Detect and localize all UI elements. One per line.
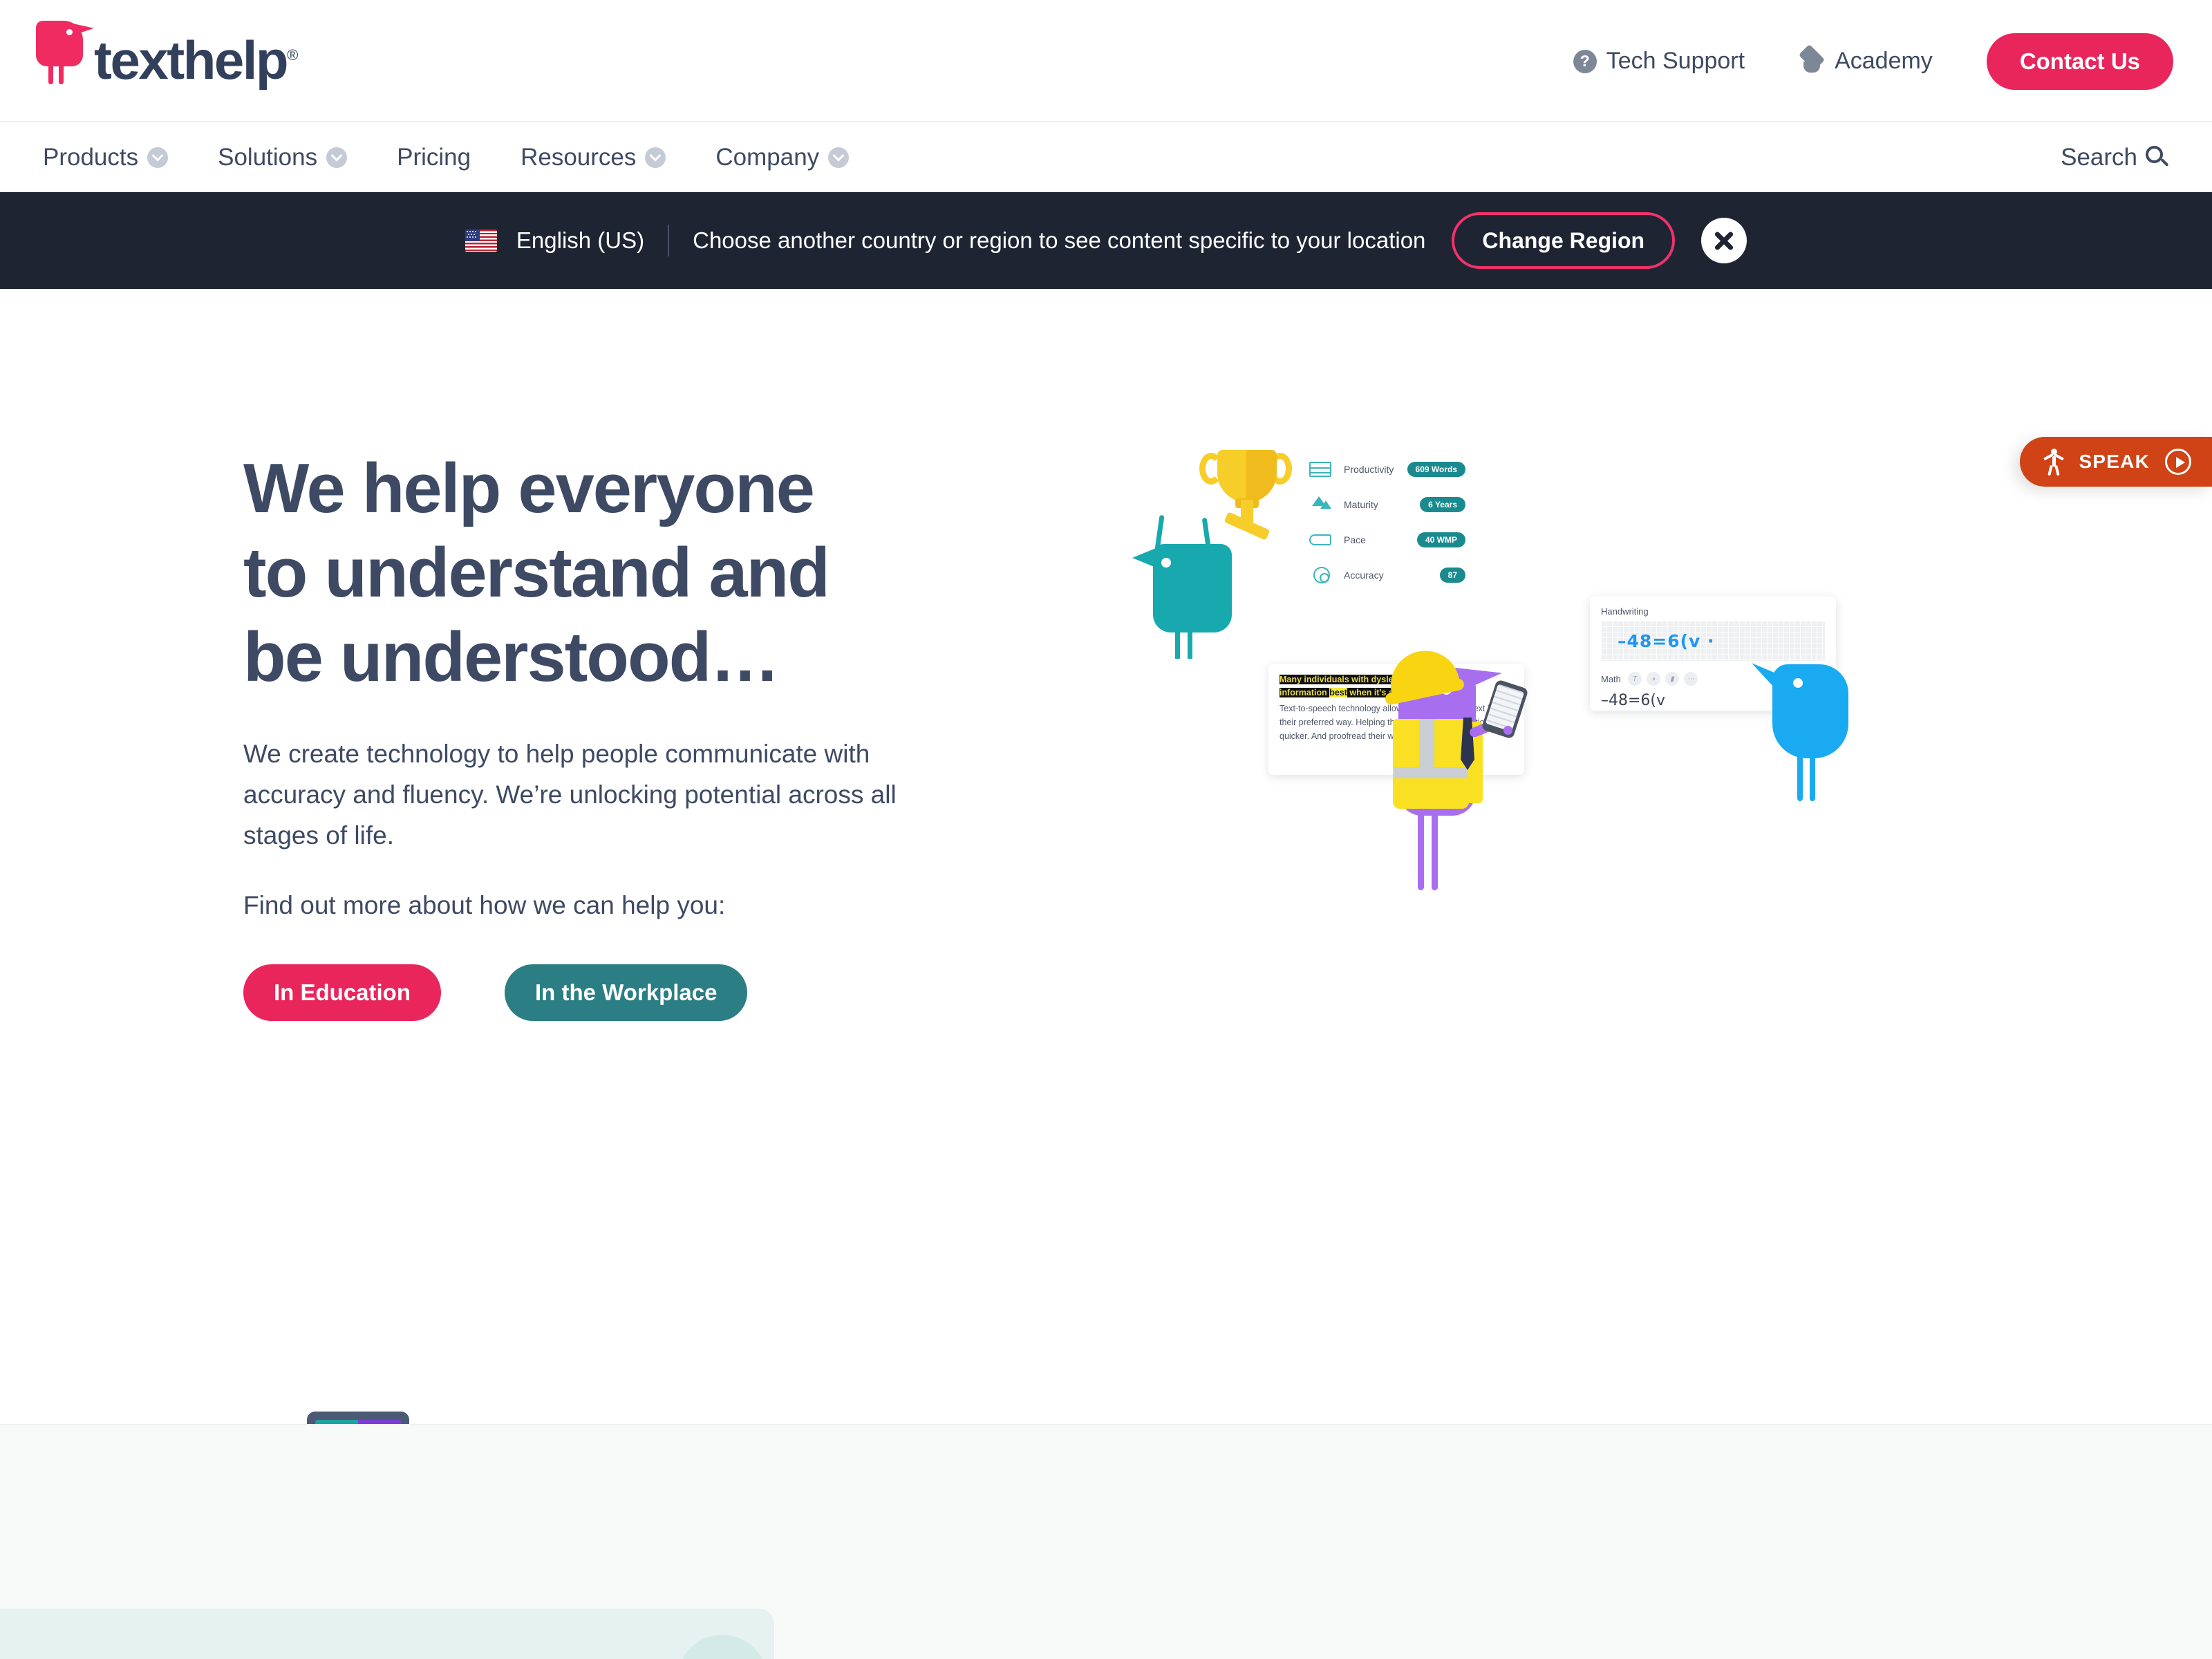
main-navigation: Products Solutions Pricing Resources Com… xyxy=(0,122,2212,192)
in-education-button[interactable]: In Education xyxy=(243,964,441,1022)
hero-prompt: Find out more about how we can help you: xyxy=(243,891,726,920)
search-button[interactable]: Search xyxy=(2061,122,2169,192)
question-mark-circle-icon: ? xyxy=(1573,49,1597,73)
nav-label-company: Company xyxy=(715,143,820,171)
page-title: We help everyone to understand and be un… xyxy=(243,447,948,700)
hero-copy: We help everyone to understand and be un… xyxy=(243,447,948,1022)
math-label: Math xyxy=(1601,673,1621,684)
search-icon xyxy=(2146,145,2169,169)
productivity-icon xyxy=(1306,458,1335,480)
tech-support-link[interactable]: ? Tech Support xyxy=(1573,48,1745,75)
stats-panel: Productivity 609 Words Maturity 6 Years … xyxy=(1306,451,1465,592)
heading-line-2: to understand and xyxy=(243,534,830,612)
word-highlight: best xyxy=(1329,688,1347,698)
text-tool-icon[interactable]: T xyxy=(1627,672,1642,686)
hero-paragraph: We create technology to help people comm… xyxy=(243,739,897,850)
nav-item-list: Products Solutions Pricing Resources Com… xyxy=(43,122,899,192)
stat-value: 87 xyxy=(1439,567,1465,583)
hero-section: We help everyone to understand and be un… xyxy=(0,289,2212,1585)
highlight-line-2a: information xyxy=(1280,688,1330,698)
nav-label-pricing: Pricing xyxy=(397,143,471,171)
texthelp-logo[interactable]: texthelp® xyxy=(36,21,299,91)
handwriting-equation: –48=6(v · xyxy=(1618,630,1715,651)
heading-line-1: We help everyone xyxy=(243,450,815,527)
graduation-cap-icon xyxy=(1798,44,1826,73)
stat-label: Productivity xyxy=(1344,463,1394,475)
change-region-button[interactable]: Change Region xyxy=(1452,212,1676,269)
stat-label: Pace xyxy=(1344,534,1366,545)
registered-mark: ® xyxy=(287,46,299,64)
chevron-down-icon xyxy=(147,147,169,168)
tool-group: T ◑ ▮ ⋯ xyxy=(1627,672,1698,686)
close-icon[interactable] xyxy=(1701,218,1747,263)
fill-tool-icon[interactable]: ◑ xyxy=(1646,672,1660,686)
construction-worker-bird-illustration xyxy=(1365,641,1529,911)
hero-cta-group: In Education In the Workplace xyxy=(243,964,948,1022)
search-label: Search xyxy=(2061,143,2137,171)
speak-widget-button[interactable]: SPEAK xyxy=(2019,437,2212,487)
more-options-icon[interactable]: ⋯ xyxy=(1683,672,1698,686)
decorative-shape xyxy=(0,1609,774,1659)
blue-bird-illustration xyxy=(1752,645,1866,804)
stat-row: Productivity 609 Words xyxy=(1306,451,1465,487)
accessibility-person-icon xyxy=(2043,449,2064,476)
top-header: texthelp® ? Tech Support Academy Contact… xyxy=(0,0,2212,122)
chevron-down-icon xyxy=(326,147,348,168)
stat-row: Pace 40 WMP xyxy=(1306,522,1465,557)
maturity-icon xyxy=(1306,494,1335,516)
chevron-down-icon xyxy=(828,147,850,168)
nav-item-products[interactable]: Products xyxy=(43,143,169,171)
divider xyxy=(668,225,670,256)
tech-support-label: Tech Support xyxy=(1606,48,1745,74)
nav-label-products: Products xyxy=(43,143,139,171)
stat-value: 6 Years xyxy=(1420,496,1465,512)
in-the-workplace-button[interactable]: In the Workplace xyxy=(505,964,748,1022)
speak-label: SPEAK xyxy=(2079,451,2150,472)
stat-value: 40 WMP xyxy=(1416,532,1465,547)
nav-item-resources[interactable]: Resources xyxy=(521,144,666,171)
handwriting-label: Handwriting xyxy=(1601,606,1649,617)
nav-item-pricing[interactable]: Pricing xyxy=(397,144,471,171)
play-circle-icon xyxy=(2165,449,2191,475)
stat-row: Accuracy 87 xyxy=(1306,557,1465,592)
hero-illustration: Productivity 609 Words Maturity 6 Years … xyxy=(1120,413,1991,1049)
us-flag-icon xyxy=(465,229,497,252)
nav-item-solutions[interactable]: Solutions xyxy=(218,143,348,171)
stat-label: Maturity xyxy=(1344,498,1378,510)
academy-link[interactable]: Academy xyxy=(1798,44,1933,75)
stat-label: Accuracy xyxy=(1344,569,1384,581)
nav-label-solutions: Solutions xyxy=(218,143,318,171)
accuracy-target-icon xyxy=(1306,564,1335,586)
contact-us-button[interactable]: Contact Us xyxy=(1986,32,2173,90)
region-banner: English (US) Choose another country or r… xyxy=(0,192,2212,289)
pace-shoe-icon xyxy=(1306,529,1335,551)
delete-tool-icon[interactable]: ▮ xyxy=(1665,672,1679,686)
texthelp-bird-logo-icon xyxy=(36,21,94,84)
stat-value: 609 Words xyxy=(1407,461,1465,477)
academy-label: Academy xyxy=(1835,48,1933,74)
nav-item-company[interactable]: Company xyxy=(715,143,850,171)
header-right-group: ? Tech Support Academy Contact Us xyxy=(1573,0,2173,122)
page-root: texthelp® ? Tech Support Academy Contact… xyxy=(0,0,2212,1659)
teal-bird-illustration xyxy=(1132,514,1257,659)
nav-label-resources: Resources xyxy=(521,143,637,171)
logo-wordmark: texthelp® xyxy=(94,29,299,91)
stat-row: Maturity 6 Years xyxy=(1306,487,1465,522)
region-language-label: English (US) xyxy=(516,227,645,253)
region-message: Choose another country or region to see … xyxy=(693,227,1426,253)
heading-line-3: be understood… xyxy=(243,619,780,697)
chevron-down-icon xyxy=(645,147,666,168)
